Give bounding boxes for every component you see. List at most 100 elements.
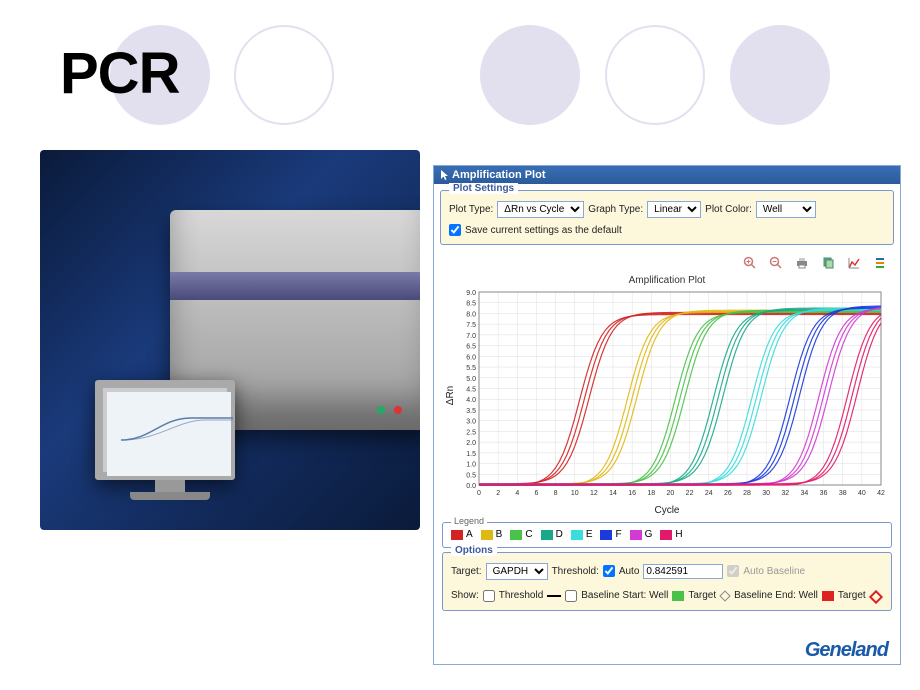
pcr-machine-photo [40,150,420,530]
baseline-start-swatch [672,591,684,601]
target-label: Target: [451,566,482,577]
chart-xlabel: Cycle [442,505,892,516]
legend-title: Legend [451,516,487,526]
legend-swatch [630,530,642,540]
auto-label: Auto [619,566,640,577]
amplification-chart[interactable]: ΔRn 0.00.51.01.52.02.53.03.54.04.55.05.5… [447,288,887,503]
svg-text:9.0: 9.0 [466,290,476,297]
auto-baseline-label: Auto Baseline [743,566,805,577]
graph-type-select[interactable]: Linear [647,201,701,218]
svg-text:3.5: 3.5 [466,408,476,415]
threshold-auto-checkbox[interactable] [603,565,615,577]
plot-color-select[interactable]: Well [756,201,816,218]
legend-label: A [466,529,473,540]
svg-text:3.0: 3.0 [466,419,476,426]
list-icon[interactable] [872,255,888,271]
legend-item-B[interactable]: B [481,529,503,540]
svg-text:0.5: 0.5 [466,472,476,479]
show-threshold-checkbox[interactable] [483,590,495,602]
svg-text:8: 8 [554,490,558,497]
threshold-input[interactable] [643,564,723,579]
monitor-frame [95,380,235,480]
plot-type-select[interactable]: ΔRn vs Cycle [497,201,584,218]
copy-icon[interactable] [820,255,836,271]
chart-title: Amplification Plot [442,275,892,286]
svg-text:2: 2 [496,490,500,497]
plot-type-label: Plot Type: [449,204,493,215]
auto-baseline-checkbox [727,565,739,577]
plot-color-label: Plot Color: [705,204,752,215]
svg-text:32: 32 [781,490,789,497]
amplification-panel: Amplification Plot Plot Settings Plot Ty… [433,165,901,665]
svg-text:6: 6 [534,490,538,497]
svg-text:1.5: 1.5 [466,451,476,458]
legend-swatch [451,530,463,540]
circle-4 [605,25,705,125]
panel-header: Amplification Plot [434,166,900,184]
legend-label: D [556,529,563,540]
graph-type-label: Graph Type: [588,204,643,215]
options-box: Options Target: GAPDH Threshold: Auto Au… [442,552,892,611]
svg-text:10: 10 [571,490,579,497]
legend-item-F[interactable]: F [600,529,621,540]
svg-text:4.0: 4.0 [466,397,476,404]
legend-item-H[interactable]: H [660,529,682,540]
svg-text:4.5: 4.5 [466,387,476,394]
legend-swatch [660,530,672,540]
led-green [377,406,385,414]
svg-text:6.5: 6.5 [466,344,476,351]
svg-text:34: 34 [801,490,809,497]
show-label: Show: [451,590,479,601]
save-default-checkbox[interactable] [449,224,461,236]
zoom-out-icon[interactable] [768,255,784,271]
svg-text:26: 26 [724,490,732,497]
plot-settings-box: Plot Settings Plot Type: ΔRn vs Cycle Gr… [440,190,894,245]
panel-title: Amplification Plot [452,169,546,181]
target-select[interactable]: GAPDH [486,563,548,580]
svg-text:12: 12 [590,490,598,497]
svg-text:38: 38 [839,490,847,497]
legend-swatch [600,530,612,540]
legend-swatch [481,530,493,540]
legend-label: F [615,529,621,540]
svg-text:18: 18 [647,490,655,497]
svg-text:36: 36 [820,490,828,497]
legend-item-A[interactable]: A [451,529,473,540]
zoom-in-icon[interactable] [742,255,758,271]
svg-text:7.5: 7.5 [466,322,476,329]
svg-text:2.5: 2.5 [466,429,476,436]
legend-label: G [645,529,653,540]
threshold-line-icon [547,595,561,597]
svg-text:16: 16 [628,490,636,497]
chart-ylabel: ΔRn [445,385,456,404]
plot-settings-label: Plot Settings [449,183,518,194]
legend-item-G[interactable]: G [630,529,653,540]
svg-text:14: 14 [609,490,617,497]
chart-wrap: Amplification Plot ΔRn 0.00.51.01.52.02.… [434,275,900,518]
svg-text:0: 0 [477,490,481,497]
monitor-stand [155,480,185,492]
svg-text:8.0: 8.0 [466,311,476,318]
legend-box: Legend ABCDEFGH [442,522,892,548]
legend-item-C[interactable]: C [510,529,532,540]
chart-icon[interactable] [846,255,862,271]
led-red [394,406,402,414]
circle-2 [234,25,334,125]
svg-text:4: 4 [515,490,519,497]
show-baseline-end-label: Baseline End: Well [734,590,818,601]
baseline-end-swatch [822,591,834,601]
svg-text:24: 24 [705,490,713,497]
legend-label: C [525,529,532,540]
legend-label: B [496,529,503,540]
cursor-icon [440,169,450,181]
print-icon[interactable] [794,255,810,271]
legend-swatch [571,530,583,540]
legend-label: E [586,529,593,540]
svg-text:30: 30 [762,490,770,497]
circle-3 [480,25,580,125]
legend-item-D[interactable]: D [541,529,563,540]
svg-text:1.0: 1.0 [466,462,476,469]
show-baseline-start-checkbox[interactable] [565,590,577,602]
legend-item-E[interactable]: E [571,529,593,540]
svg-text:5.0: 5.0 [466,376,476,383]
